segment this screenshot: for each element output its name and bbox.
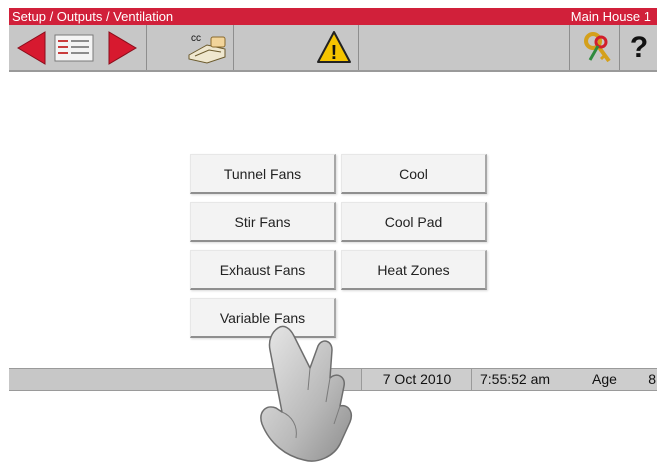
toolbar: cc ! ? (9, 25, 657, 72)
toolbar-divider (569, 25, 570, 70)
cc-label: cc (191, 33, 201, 44)
tunnel-fans-button[interactable]: Tunnel Fans (190, 154, 336, 194)
back-arrow-icon[interactable] (13, 29, 53, 67)
cc-hand-icon[interactable]: cc (185, 29, 231, 67)
toolbar-divider (358, 25, 359, 70)
warning-icon[interactable]: ! (315, 29, 353, 67)
toolbar-divider (146, 25, 147, 70)
exhaust-fans-button[interactable]: Exhaust Fans (190, 250, 336, 290)
toolbar-divider (233, 25, 234, 70)
pointing-hand-icon (260, 325, 352, 462)
house-name: Main House 1 (570, 9, 651, 24)
title-bar: Setup / Outputs / Ventilation Main House… (9, 8, 657, 25)
stir-fans-button[interactable]: Stir Fans (190, 202, 336, 242)
help-icon[interactable]: ? (621, 29, 657, 67)
cool-pad-button[interactable]: Cool Pad (341, 202, 487, 242)
forward-arrow-icon[interactable] (101, 29, 141, 67)
keys-icon[interactable] (581, 29, 615, 67)
status-age-label: Age (592, 371, 617, 387)
status-time-box: 7:55:52 am Age 8 (471, 369, 657, 390)
cool-button[interactable]: Cool (341, 154, 487, 194)
toolbar-divider (619, 25, 620, 70)
status-time: 7:55:52 am (480, 371, 551, 387)
menu-list-icon[interactable] (53, 31, 95, 65)
status-date: 7 Oct 2010 (361, 369, 472, 390)
warning-mark: ! (331, 42, 338, 64)
heat-zones-button[interactable]: Heat Zones (341, 250, 487, 290)
breadcrumb: Setup / Outputs / Ventilation (12, 9, 174, 24)
status-age-value: 8 (648, 371, 656, 387)
